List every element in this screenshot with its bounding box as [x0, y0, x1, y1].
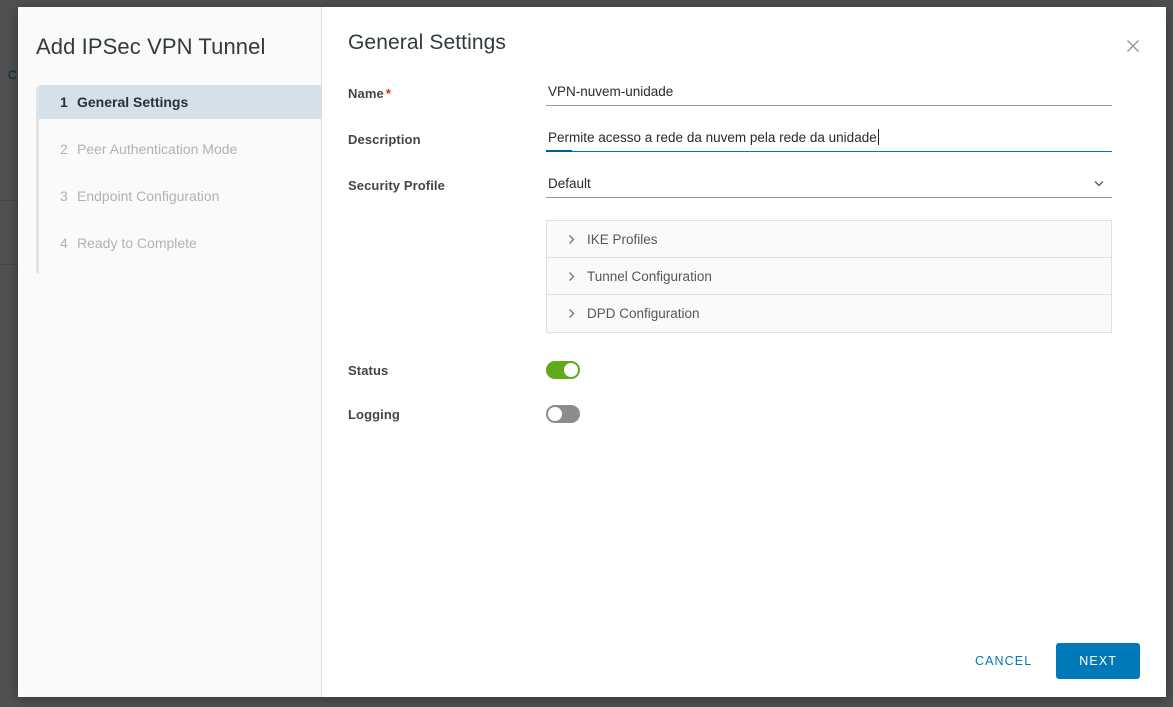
field-row-security-profile: Security Profile Default	[348, 174, 1166, 198]
wizard-step-peer-authentication-mode[interactable]: 2 Peer Authentication Mode	[36, 132, 321, 166]
security-profile-select[interactable]: Default	[546, 174, 1112, 198]
cancel-button[interactable]: CANCEL	[961, 645, 1046, 677]
accordion-item-dpd-configuration[interactable]: DPD Configuration	[547, 295, 1111, 332]
toggle-knob	[564, 363, 578, 377]
step-label: Peer Authentication Mode	[77, 141, 238, 157]
page-title: General Settings	[348, 31, 507, 54]
accordion-item-label: Tunnel Configuration	[587, 268, 712, 284]
wizard-step-endpoint-configuration[interactable]: 3 Endpoint Configuration	[36, 179, 321, 213]
wizard-step-list: 1 General Settings 2 Peer Authentication…	[18, 85, 324, 273]
status-toggle[interactable]	[546, 361, 580, 379]
chevron-right-icon	[565, 307, 583, 320]
text-cursor	[878, 129, 879, 145]
accordion-item-tunnel-configuration[interactable]: Tunnel Configuration	[547, 258, 1111, 295]
step-number: 1	[60, 94, 68, 110]
security-profile-field-wrapper: Default	[546, 174, 1112, 198]
add-ipsec-vpn-tunnel-modal: Add IPSec VPN Tunnel 1 General Settings …	[18, 7, 1166, 697]
accordion-item-ike-profiles[interactable]: IKE Profiles	[547, 221, 1111, 258]
chevron-right-icon	[565, 233, 583, 246]
description-input[interactable]	[546, 128, 1112, 152]
name-input[interactable]	[546, 82, 1112, 106]
description-label: Description	[348, 132, 421, 147]
accordion-item-label: IKE Profiles	[587, 231, 658, 247]
toggle-knob	[548, 407, 562, 421]
accordion-item-label: DPD Configuration	[587, 306, 700, 321]
logging-toggle[interactable]	[546, 405, 580, 423]
settings-accordion: IKE Profiles Tunnel Configuration DPD Co…	[546, 220, 1112, 333]
required-marker: *	[385, 86, 391, 101]
wizard-title: Add IPSec VPN Tunnel	[36, 34, 266, 59]
name-field-wrapper	[546, 82, 1112, 106]
close-icon[interactable]	[1122, 35, 1144, 57]
step-number: 4	[60, 235, 68, 251]
toggle-section: Status Logging	[322, 333, 1166, 423]
step-label: General Settings	[77, 94, 189, 110]
step-label: Ready to Complete	[77, 235, 197, 251]
logging-label: Logging	[348, 406, 400, 422]
focus-indicator-bar	[546, 150, 572, 152]
modal-footer: CANCEL NEXT	[961, 643, 1140, 679]
wizard-step-ready-to-complete[interactable]: 4 Ready to Complete	[36, 226, 321, 260]
chevron-right-icon	[565, 270, 583, 283]
toggle-row-status: Status	[348, 361, 1166, 379]
step-number: 2	[60, 141, 68, 157]
security-profile-label: Security Profile	[348, 178, 445, 193]
wizard-sidebar: Add IPSec VPN Tunnel 1 General Settings …	[18, 7, 324, 697]
step-label: Endpoint Configuration	[77, 188, 220, 204]
wizard-step-rail	[36, 87, 39, 273]
description-field-wrapper	[546, 128, 1112, 152]
general-settings-form: Name* Description Security Profile	[322, 55, 1166, 198]
field-row-description: Description	[348, 128, 1166, 152]
name-label-text: Name	[348, 86, 384, 101]
name-label: Name *	[348, 82, 546, 101]
status-label: Status	[348, 362, 389, 378]
wizard-step-general-settings[interactable]: 1 General Settings	[39, 85, 324, 119]
step-number: 3	[60, 188, 68, 204]
field-row-name: Name *	[348, 82, 1166, 106]
toggle-row-logging: Logging	[348, 405, 1166, 423]
next-button[interactable]: NEXT	[1056, 643, 1140, 679]
modal-content-pane: General Settings Name* Description	[322, 7, 1166, 697]
